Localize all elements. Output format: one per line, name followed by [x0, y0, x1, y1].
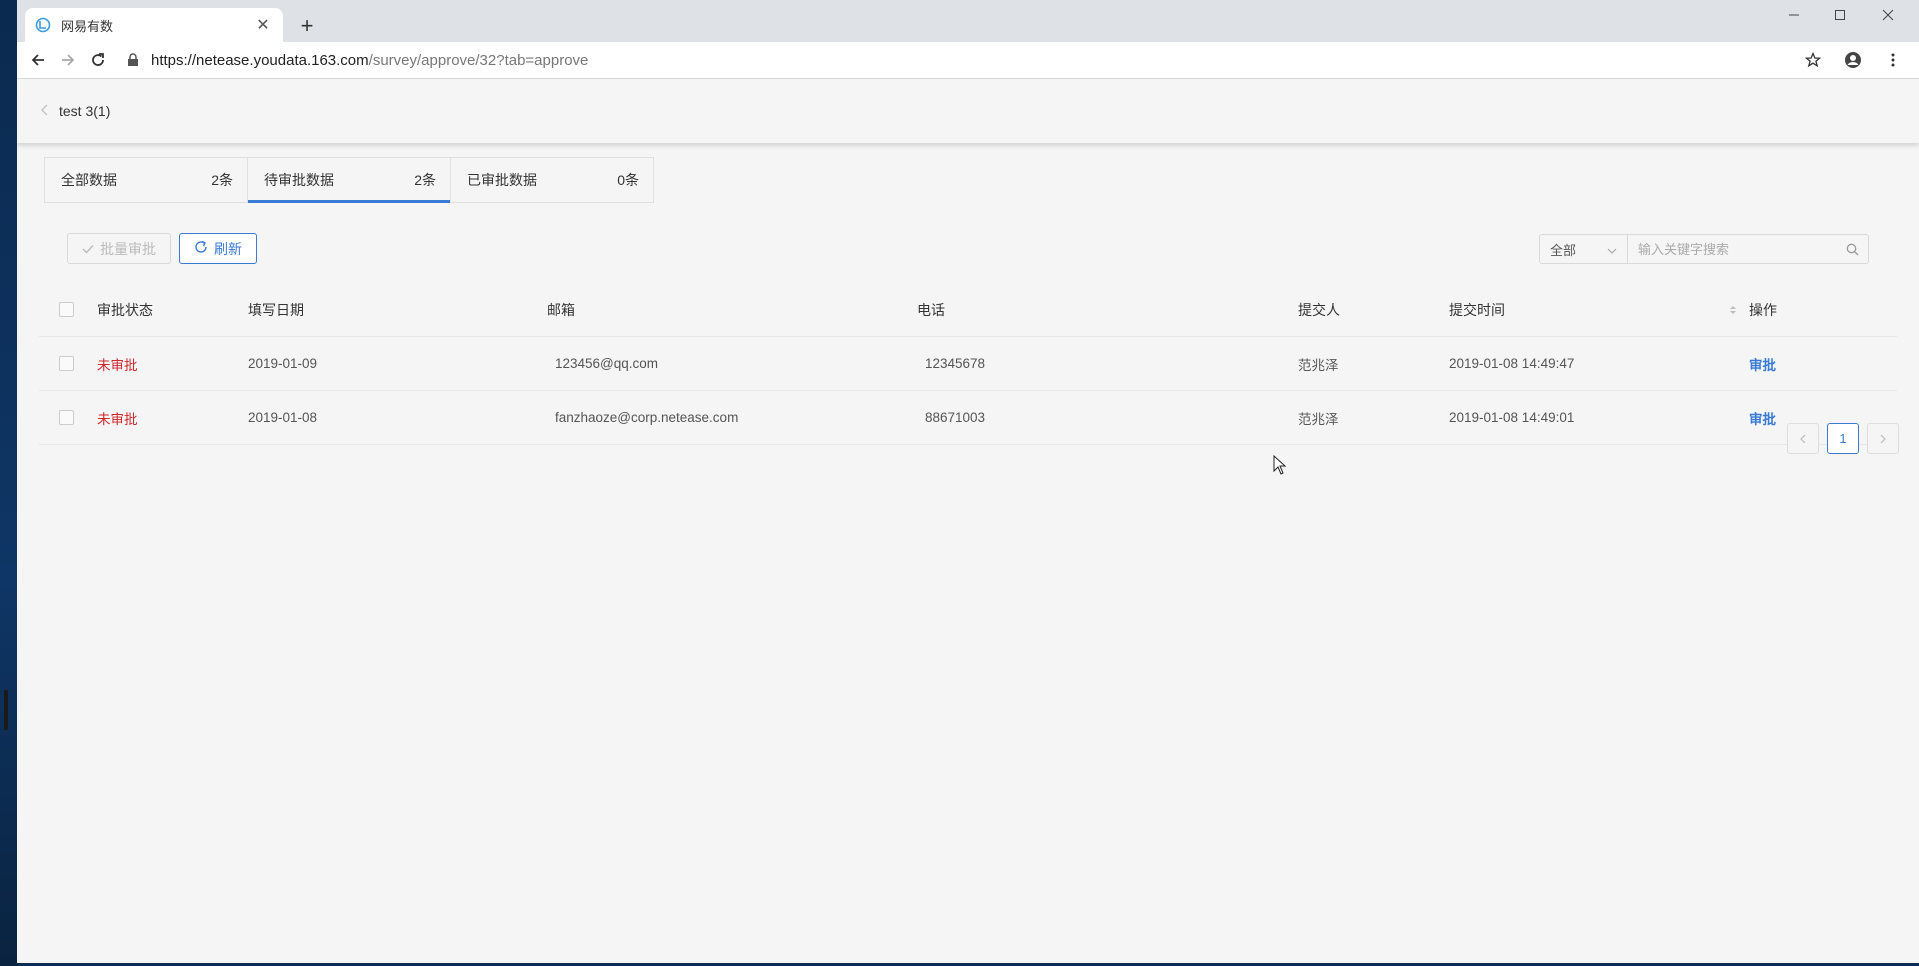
page-header: test 3(1) — [17, 79, 1919, 143]
select-all-checkbox[interactable] — [59, 302, 74, 317]
chevron-left-icon[interactable] — [41, 103, 49, 119]
row-phone: 88671003 — [925, 410, 986, 425]
column-header-time-label: 提交时间 — [1449, 301, 1505, 318]
column-header-email: 邮箱 — [547, 301, 575, 318]
url-host: https://netease.youdata.163.com — [151, 51, 369, 69]
column-header-date: 填写日期 — [248, 301, 304, 318]
row-checkbox[interactable] — [59, 410, 74, 425]
column-header-time[interactable]: 提交时间 — [1449, 300, 1749, 320]
row-status: 未审批 — [97, 411, 138, 427]
search-group: 全部 — [1539, 234, 1869, 264]
row-checkbox[interactable] — [59, 356, 74, 371]
check-icon — [82, 241, 94, 257]
tab-label: 待审批数据 — [264, 172, 334, 188]
tab-label: 已审批数据 — [467, 172, 537, 188]
column-header-submitter: 提交人 — [1298, 301, 1340, 318]
row-email: 123456@qq.com — [555, 356, 659, 371]
back-button[interactable] — [23, 45, 53, 75]
menu-more-icon[interactable] — [1873, 45, 1913, 75]
account-icon[interactable] — [1833, 45, 1873, 75]
reload-button[interactable] — [83, 45, 113, 75]
table-row: 未审批 2019-01-09 123456@qq.com 12345678 范兆… — [39, 337, 1897, 391]
table-row: 未审批 2019-01-08 fanzhaoze@corp.netease.co… — [39, 391, 1897, 445]
tab-all-data[interactable]: 全部数据 2条 — [45, 158, 248, 202]
tab-label: 全部数据 — [61, 172, 117, 188]
row-time: 2019-01-08 14:49:01 — [1449, 410, 1575, 425]
search-icon[interactable] — [1836, 235, 1868, 263]
filter-select-value: 全部 — [1550, 242, 1577, 258]
next-page-button[interactable] — [1867, 423, 1899, 454]
search-input[interactable] — [1628, 235, 1836, 263]
new-tab-button[interactable]: + — [293, 12, 321, 40]
bookmark-star-icon[interactable] — [1793, 45, 1833, 75]
lock-icon — [127, 53, 139, 67]
refresh-button[interactable]: 刷新 — [179, 233, 257, 264]
row-submitter: 范兆泽 — [1298, 357, 1339, 373]
chevron-down-icon — [1607, 242, 1617, 257]
page-number-button[interactable]: 1 — [1827, 423, 1859, 454]
column-header-status: 审批状态 — [97, 301, 153, 318]
forward-button[interactable] — [53, 45, 83, 75]
approve-link[interactable]: 审批 — [1749, 358, 1776, 373]
batch-approve-label: 批量审批 — [100, 240, 156, 257]
row-date: 2019-01-08 — [248, 410, 318, 425]
column-header-op: 操作 — [1749, 301, 1777, 318]
prev-page-button[interactable] — [1787, 423, 1819, 454]
minimize-button[interactable] — [1771, 0, 1817, 30]
url-path: /survey/approve/32?tab=approve — [368, 51, 589, 69]
refresh-icon — [194, 240, 208, 257]
tab-strip: 网易有数 ✕ + — [17, 0, 1919, 42]
row-phone: 12345678 — [925, 356, 986, 371]
batch-approve-button[interactable]: 批量审批 — [67, 233, 171, 264]
approve-link[interactable]: 审批 — [1749, 412, 1776, 427]
close-window-button[interactable] — [1865, 0, 1911, 30]
tab-title: 网易有数 — [61, 18, 114, 34]
youdata-logo-icon — [35, 17, 51, 33]
tab-count: 0条 — [617, 172, 639, 188]
browser-window: 网易有数 ✕ + https://netease.youdata.163.com… — [17, 0, 1919, 963]
row-status: 未审批 — [97, 357, 138, 373]
mouse-cursor-icon — [1273, 454, 1287, 478]
row-email: fanzhaoze@corp.netease.com — [555, 410, 739, 425]
stat-tabs: 全部数据 2条 待审批数据 2条 已审批数据 0条 — [44, 157, 654, 203]
row-time: 2019-01-08 14:49:47 — [1449, 356, 1575, 371]
address-bar[interactable]: https://netease.youdata.163.com/survey/a… — [127, 45, 1793, 75]
tab-close-icon[interactable]: ✕ — [253, 15, 273, 35]
desktop-mark — [4, 690, 8, 730]
pagination: 1 — [1787, 423, 1899, 454]
refresh-label: 刷新 — [214, 240, 242, 257]
tab-approved-data[interactable]: 已审批数据 0条 — [451, 158, 653, 202]
tab-pending-data[interactable]: 待审批数据 2条 — [248, 158, 451, 203]
page-title: test 3(1) — [59, 103, 111, 119]
desktop-background — [0, 0, 18, 966]
row-date: 2019-01-09 — [248, 356, 318, 371]
sort-icon[interactable] — [1729, 300, 1737, 320]
row-submitter: 范兆泽 — [1298, 411, 1339, 427]
filter-select[interactable]: 全部 — [1540, 235, 1628, 263]
column-header-phone: 电话 — [917, 301, 945, 318]
browser-tab[interactable]: 网易有数 ✕ — [25, 8, 283, 42]
browser-toolbar: https://netease.youdata.163.com/survey/a… — [17, 42, 1919, 79]
table-header-row: 审批状态 填写日期 邮箱 电话 提交人 提交时间 操作 — [39, 283, 1897, 337]
tab-count: 2条 — [414, 172, 436, 188]
approval-table: 审批状态 填写日期 邮箱 电话 提交人 提交时间 操作 未审批 2019-01-… — [39, 283, 1897, 445]
tab-count: 2条 — [211, 172, 233, 188]
maximize-button[interactable] — [1817, 0, 1863, 30]
